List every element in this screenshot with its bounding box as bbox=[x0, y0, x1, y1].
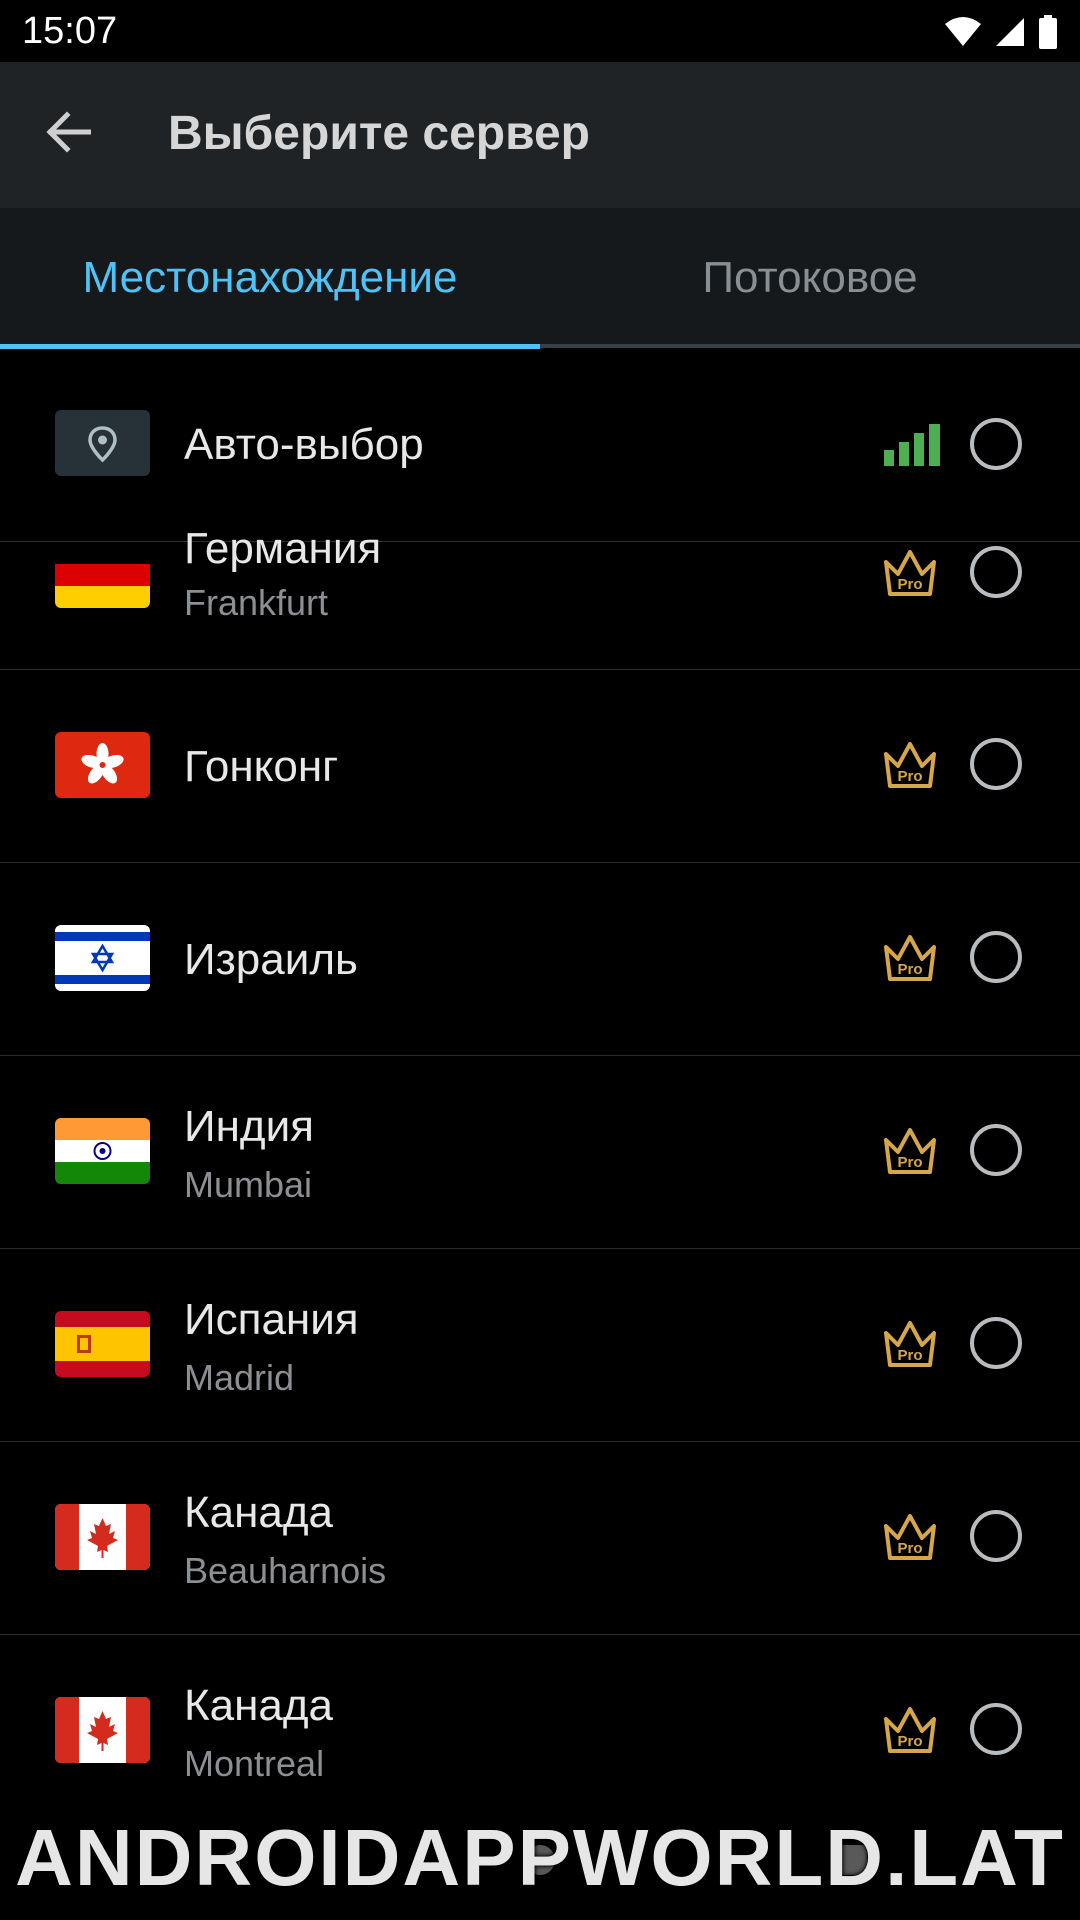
pro-crown-icon: Pro bbox=[884, 1128, 936, 1174]
radio-button[interactable] bbox=[970, 1703, 1022, 1755]
server-city: Madrid bbox=[184, 1357, 295, 1398]
radio-button[interactable] bbox=[970, 738, 1022, 790]
list-item-server[interactable]: Канада Montreal Pro bbox=[0, 1635, 1080, 1828]
svg-text:Pro: Pro bbox=[897, 1733, 922, 1750]
server-city: Mumbai bbox=[184, 1164, 313, 1205]
server-country: Индия bbox=[184, 1102, 315, 1151]
list-item-server[interactable]: Канада Beauharnois Pro bbox=[0, 1442, 1080, 1635]
germany-flag-icon bbox=[55, 542, 150, 608]
svg-text:Pro: Pro bbox=[897, 1154, 922, 1171]
server-country: Гонконг bbox=[184, 742, 339, 791]
server-country: Израиль bbox=[184, 935, 358, 984]
canada-flag-icon bbox=[55, 1504, 150, 1570]
radio-button[interactable] bbox=[970, 1317, 1022, 1369]
tab-streaming[interactable]: Потоковое bbox=[540, 208, 1080, 348]
svg-text:Pro: Pro bbox=[897, 576, 922, 593]
pro-crown-icon: Pro bbox=[884, 550, 936, 596]
page-title: Выберите сервер bbox=[168, 107, 590, 160]
server-city: Beauharnois bbox=[184, 1550, 387, 1591]
hong-kong-flag-icon bbox=[55, 732, 150, 798]
radio-button[interactable] bbox=[970, 418, 1022, 470]
watermark: ANDROIDAPPWORLD.LAT bbox=[15, 1813, 1065, 1902]
list-item-server[interactable]: Германия Frankfurt Pro bbox=[0, 524, 1080, 670]
svg-text:Pro: Pro bbox=[897, 1347, 922, 1364]
list-item-server[interactable]: Индия Mumbai Pro bbox=[0, 1056, 1080, 1249]
server-country: Канада bbox=[184, 1681, 334, 1730]
server-country: Авто-выбор bbox=[184, 420, 424, 469]
svg-text:Pro: Pro bbox=[897, 768, 922, 785]
radio-button[interactable] bbox=[970, 931, 1022, 983]
cellular-signal-icon bbox=[996, 18, 1024, 46]
wifi-icon bbox=[945, 17, 981, 46]
status-bar: 15:07 bbox=[0, 0, 1080, 62]
radio-button[interactable] bbox=[970, 546, 1022, 598]
status-icons bbox=[944, 12, 1058, 52]
server-country: Германия bbox=[184, 524, 382, 573]
server-country: Канада bbox=[184, 1488, 334, 1537]
server-city: Frankfurt bbox=[184, 582, 329, 623]
server-list[interactable]: Авто-выбор Германия Frankfurt Pro Гонкон… bbox=[0, 348, 1080, 1920]
india-flag-icon bbox=[55, 1118, 150, 1184]
arrow-back-icon bbox=[46, 111, 91, 153]
canada-flag-icon bbox=[55, 1697, 150, 1763]
svg-text:Pro: Pro bbox=[897, 961, 922, 978]
list-item-server[interactable]: Израиль Pro bbox=[0, 863, 1080, 1056]
pro-crown-icon: Pro bbox=[884, 742, 936, 788]
list-item-auto-select[interactable]: Авто-выбор bbox=[0, 348, 1080, 542]
pro-crown-icon: Pro bbox=[884, 1514, 936, 1560]
location-pin-icon bbox=[55, 410, 150, 476]
app-bar: Выберите сервер bbox=[0, 62, 1080, 208]
radio-button[interactable] bbox=[970, 1124, 1022, 1176]
pro-crown-icon: Pro bbox=[884, 935, 936, 981]
signal-strength-icon bbox=[884, 424, 940, 466]
pro-crown-icon: Pro bbox=[884, 1321, 936, 1367]
list-item-server[interactable]: Испания Madrid Pro bbox=[0, 1249, 1080, 1442]
radio-button[interactable] bbox=[970, 1510, 1022, 1562]
server-city: Montreal bbox=[184, 1743, 325, 1784]
israel-flag-icon bbox=[55, 925, 150, 991]
list-item-server[interactable]: Гонконг Pro bbox=[0, 670, 1080, 863]
back-button[interactable] bbox=[34, 98, 102, 166]
svg-text:Pro: Pro bbox=[897, 1540, 922, 1557]
status-time: 15:07 bbox=[22, 10, 118, 52]
pro-crown-icon: Pro bbox=[884, 1707, 936, 1753]
tab-location[interactable]: Местонахождение bbox=[0, 208, 540, 348]
server-country: Испания bbox=[184, 1295, 359, 1344]
spain-flag-icon bbox=[55, 1311, 150, 1377]
tab-bar: Местонахождение Потоковое bbox=[0, 208, 1080, 349]
battery-icon bbox=[1039, 15, 1057, 49]
